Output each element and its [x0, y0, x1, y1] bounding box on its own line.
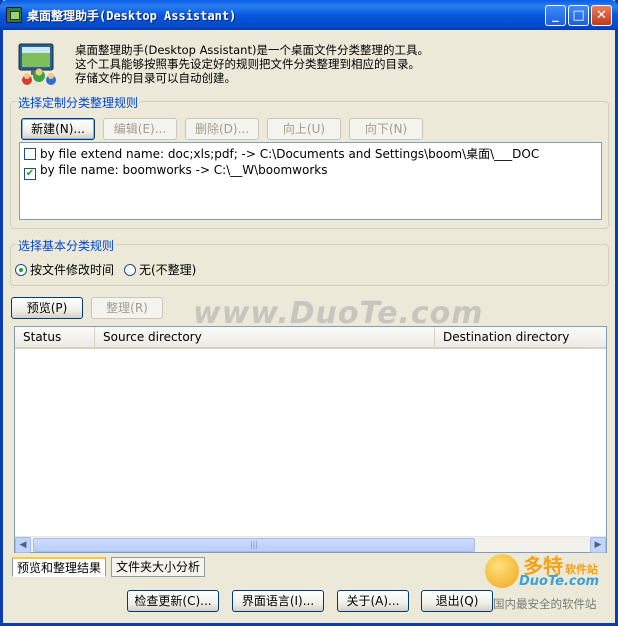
ui-language-button[interactable]: 界面语言(I)...	[232, 590, 324, 612]
title-bar[interactable]: 桌面整理助手(Desktop Assistant) _ □ ✕	[0, 0, 618, 30]
description-line: 这个工具能够按照事先设定好的规则把文件分类整理到相应的目录。	[75, 57, 420, 71]
exit-button[interactable]: 退出(Q)	[421, 590, 493, 612]
scroll-left-icon[interactable]: ◀	[15, 537, 31, 553]
radio-button[interactable]	[15, 264, 27, 276]
description-line: 存储文件的目录可以自动创建。	[75, 71, 236, 85]
results-table[interactable]: Status Source directory Destination dire…	[14, 326, 607, 553]
logo-title-small: 软件站	[565, 563, 598, 576]
rule-checkbox[interactable]: ✔	[24, 168, 36, 180]
radio-button[interactable]	[124, 264, 136, 276]
logo-title: 多特 软件站	[523, 550, 598, 579]
computer-users-icon	[18, 43, 56, 85]
logo-slogan: 国内最安全的软件站	[493, 597, 597, 611]
radio-label: 无(不整理)	[139, 263, 197, 277]
about-button[interactable]: 关于(A)...	[337, 590, 409, 612]
new-rule-button[interactable]: 新建(N)...	[21, 118, 95, 140]
tab-preview-results[interactable]: 预览和整理结果	[12, 557, 107, 577]
rule-text: by file extend name: doc;xls;pdf; -> C:\…	[40, 147, 540, 161]
description-line: 桌面整理助手(Desktop Assistant)是一个桌面文件分类整理的工具。	[75, 43, 429, 57]
maximize-button[interactable]: □	[568, 5, 589, 26]
rule-checkbox[interactable]	[24, 148, 36, 160]
column-header-source[interactable]: Source directory	[95, 327, 435, 347]
preview-button[interactable]: 预览(P)	[11, 297, 83, 319]
horizontal-scrollbar[interactable]: ◀ ||| ▶	[15, 536, 606, 553]
column-header-destination[interactable]: Destination directory	[435, 327, 606, 347]
column-header-status[interactable]: Status	[15, 327, 95, 347]
check-update-button[interactable]: 检查更新(C)...	[127, 590, 219, 612]
mascot-icon	[485, 554, 519, 588]
duote-logo-watermark: 多特 软件站 DuoTe.com 国内最安全的软件站	[483, 548, 618, 618]
scroll-thumb[interactable]: |||	[33, 538, 475, 552]
minimize-button[interactable]: _	[545, 5, 566, 26]
basic-rules-legend: 选择基本分类规则	[16, 237, 117, 254]
table-header: Status Source directory Destination dire…	[15, 327, 606, 349]
radio-label: 按文件修改时间	[30, 263, 115, 277]
move-up-button[interactable]: 向上(U)	[267, 118, 341, 140]
close-button[interactable]: ✕	[591, 5, 612, 26]
app-window: 桌面整理助手(Desktop Assistant) _ □ ✕ 桌面整理助手(D…	[0, 0, 618, 626]
rule-item[interactable]: ✔ by file name: boomworks -> C:\__W\boomw…	[24, 162, 328, 180]
radio-no-organize[interactable]: 无(不整理)	[124, 261, 196, 278]
app-icon[interactable]	[6, 7, 22, 23]
scroll-right-icon[interactable]: ▶	[590, 537, 606, 553]
rule-text: by file name: boomworks -> C:\__W\boomwo…	[40, 163, 328, 177]
rule-item[interactable]: by file extend name: doc;xls;pdf; -> C:\…	[24, 146, 539, 162]
custom-rules-legend: 选择定制分类整理规则	[16, 94, 141, 111]
logo-title-main: 多特	[523, 554, 563, 578]
rules-list[interactable]: by file extend name: doc;xls;pdf; -> C:\…	[19, 142, 602, 220]
description: 桌面整理助手(Desktop Assistant)是一个桌面文件分类整理的工具。…	[75, 43, 429, 85]
radio-by-modified-time[interactable]: 按文件修改时间	[15, 261, 114, 278]
organize-button[interactable]: 整理(R)	[91, 297, 163, 319]
move-down-button[interactable]: 向下(N)	[349, 118, 423, 140]
edit-rule-button[interactable]: 编辑(E)...	[103, 118, 177, 140]
window-title: 桌面整理助手(Desktop Assistant)	[27, 9, 237, 23]
tab-folder-size[interactable]: 文件夹大小分析	[111, 557, 206, 577]
delete-rule-button[interactable]: 删除(D)...	[185, 118, 259, 140]
logo-domain: DuoTe.com	[519, 574, 600, 589]
